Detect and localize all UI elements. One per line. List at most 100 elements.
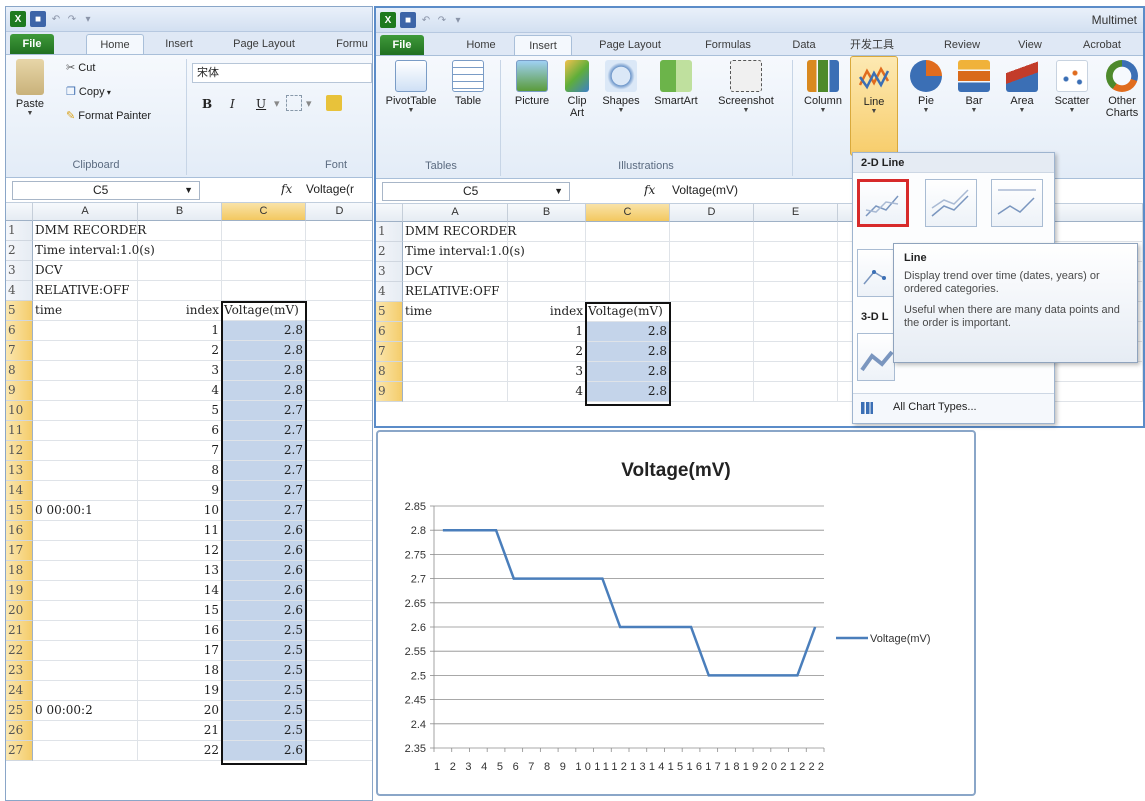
tab-formulas[interactable]: Formulas [696,35,760,55]
cell-c[interactable] [222,281,306,301]
cell-empty[interactable] [306,341,372,361]
cell-empty[interactable] [754,382,838,402]
pivottable-button[interactable]: PivotTable ▼ [380,60,442,115]
column-header[interactable]: C [586,204,670,222]
cell-c[interactable] [586,242,670,262]
select-all-corner[interactable] [6,203,33,221]
cut-button[interactable]: ✂ Cut [66,61,95,74]
cell-c[interactable]: 2.6 [222,601,306,621]
row-header[interactable]: 2 [376,242,403,262]
cell-c[interactable] [586,282,670,302]
cell-a[interactable] [33,361,138,381]
cell-a[interactable]: 0 00:00:2 [33,701,138,721]
row-header[interactable]: 9 [376,382,403,402]
font-name-select[interactable]: 宋体 [192,63,372,83]
cell-empty[interactable] [754,302,838,322]
cell-a[interactable]: 0 00:00:1 [33,501,138,521]
cell-b[interactable]: 10 [138,501,222,521]
cell-b[interactable]: 18 [138,661,222,681]
cell-c[interactable]: 2.6 [222,561,306,581]
row-header[interactable]: 20 [6,601,33,621]
cell-empty[interactable] [670,362,754,382]
cell-b[interactable]: 1 [138,321,222,341]
cell-c[interactable]: 2.5 [222,621,306,641]
cell-b[interactable]: 4 [138,381,222,401]
cell-b[interactable]: 5 [138,401,222,421]
cell-a[interactable] [33,321,138,341]
column-header[interactable]: B [138,203,222,221]
cell-empty[interactable] [306,441,372,461]
line-chart-button[interactable]: Line ▼ [850,56,898,156]
screenshot-button[interactable]: Screenshot ▼ [710,60,782,115]
cell-b[interactable]: 14 [138,581,222,601]
tab-developer[interactable]: 开发工具 [844,35,900,55]
cell-empty[interactable] [670,302,754,322]
cell-b[interactable] [508,282,586,302]
cell-b[interactable]: 16 [138,621,222,641]
cell-c[interactable]: 2.7 [222,501,306,521]
cell-empty[interactable] [306,701,372,721]
tab-data[interactable]: Data [784,35,824,55]
cell-a[interactable] [33,681,138,701]
other-charts-button[interactable]: Other Charts [1100,60,1143,119]
cell-c[interactable]: 2.6 [222,521,306,541]
cell-a[interactable] [33,441,138,461]
cell-c[interactable]: 2.5 [222,661,306,681]
cell-b[interactable]: 3 [138,361,222,381]
tab-page-layout[interactable]: Page Layout [586,35,674,55]
row-header[interactable]: 26 [6,721,33,741]
cell-a[interactable] [33,661,138,681]
cell-c[interactable]: 2.8 [586,322,670,342]
tab-home[interactable]: Home [456,35,506,55]
cell-b[interactable]: 12 [138,541,222,561]
cell-c[interactable]: Voltage(mV) [222,301,306,321]
cell-b[interactable]: 9 [138,481,222,501]
line-with-markers-option[interactable] [857,249,895,297]
cell-c[interactable]: 2.6 [222,541,306,561]
undo-icon[interactable]: ↶ [50,12,62,26]
cell-empty[interactable] [306,501,372,521]
save-icon[interactable]: ■ [30,11,46,27]
cell-empty[interactable] [306,481,372,501]
cell-a[interactable] [33,601,138,621]
cell-c[interactable] [222,221,306,241]
column-header[interactable]: B [508,204,586,222]
name-box-dropdown-icon[interactable]: ▼ [554,183,563,200]
row-header[interactable]: 3 [6,261,33,281]
row-header[interactable]: 15 [6,501,33,521]
cell-c[interactable]: 2.6 [222,741,306,761]
cell-a[interactable] [33,421,138,441]
cell-a[interactable] [403,342,508,362]
worksheet-grid[interactable]: A B C D 1 DMM RECORDER 2 Time interval:1.0(s) 3 D… [6,203,372,800]
cell-a[interactable]: Time interval:1.0(s) [33,241,155,261]
line-chart-option[interactable] [857,179,909,227]
redo-icon[interactable]: ↷ [436,13,448,27]
cell-empty[interactable] [306,541,372,561]
cell-empty[interactable] [306,421,372,441]
cell-empty[interactable] [754,222,838,242]
cell-b[interactable]: 11 [138,521,222,541]
copy-button[interactable]: ❐ Copy ▾ [66,85,111,98]
cell-empty[interactable] [306,401,372,421]
cell-empty[interactable] [754,342,838,362]
tab-formulas[interactable]: Formu [331,34,372,54]
cell-b[interactable]: 3 [508,362,586,382]
cell-empty[interactable] [306,661,372,681]
formula-input[interactable]: Voltage(r [306,181,372,200]
cell-empty[interactable] [670,282,754,302]
tab-acrobat[interactable]: Acrobat [1074,35,1130,55]
row-header[interactable]: 5 [6,301,33,321]
table-button[interactable]: Table [446,60,490,107]
cell-empty[interactable] [670,322,754,342]
cell-b[interactable]: 17 [138,641,222,661]
cell-b[interactable]: 15 [138,601,222,621]
borders-icon[interactable] [286,95,302,111]
fx-icon[interactable]: fx [644,182,664,201]
tab-file[interactable]: File [10,34,54,54]
cell-b[interactable]: 4 [508,382,586,402]
row-header[interactable]: 22 [6,641,33,661]
row-header[interactable]: 1 [6,221,33,241]
cell-c[interactable]: 2.5 [222,721,306,741]
picture-button[interactable]: Picture [508,60,556,107]
cell-b[interactable]: 19 [138,681,222,701]
